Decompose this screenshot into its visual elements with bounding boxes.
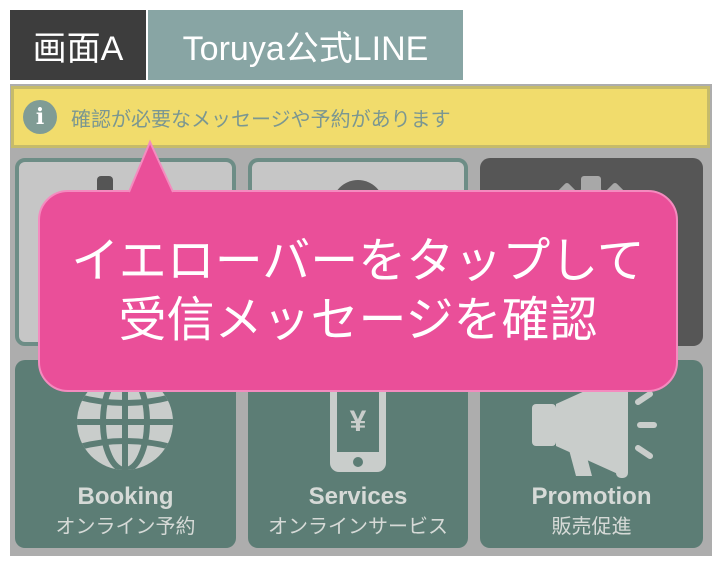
notice-bar[interactable]: i 確認が必要なメッセージや予約があります	[11, 86, 710, 148]
app-title-text: Toruya公式LINE	[182, 29, 429, 68]
callout-line-2: 受信メッセージを確認	[118, 294, 598, 347]
app-title-label: Toruya公式LINE	[148, 10, 463, 80]
notice-text: 確認が必要なメッセージや予約があります	[71, 108, 451, 131]
callout-line-1: イエローバーをタップして	[71, 235, 645, 288]
instruction-callout: イエローバーをタップして 受信メッセージを確認	[38, 190, 678, 392]
info-icon: i	[23, 100, 57, 134]
info-icon-glyph: i	[35, 104, 45, 130]
tile-title-booking: Booking	[77, 483, 174, 510]
tile-title-services: Services	[308, 483, 408, 510]
tile-title-promotion: Promotion	[531, 483, 652, 510]
screen-label: 画面A	[10, 10, 146, 80]
yen-symbol: ¥	[350, 405, 367, 438]
tile-subtitle-services: オンラインサービス	[268, 516, 448, 538]
tile-subtitle-booking: オンライン予約	[55, 516, 196, 538]
callout-pointer	[128, 139, 174, 196]
screen-label-text: 画面A	[32, 29, 124, 68]
tile-subtitle-promotion: 販売促進	[551, 516, 632, 538]
